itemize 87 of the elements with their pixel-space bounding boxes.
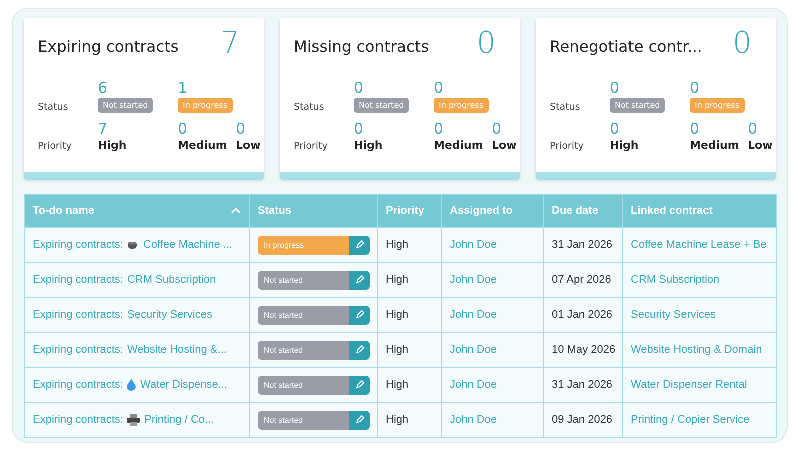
priority-label: Priority [38, 141, 73, 152]
due-date-cell: 31 Jan 2026 [544, 368, 622, 402]
priority-name: Low [748, 139, 773, 152]
printer-icon [127, 414, 140, 426]
edit-button[interactable] [349, 340, 370, 360]
assignee-link[interactable]: John Doe [450, 379, 498, 391]
assignee-link[interactable]: John Doe [450, 309, 498, 321]
contract-link[interactable]: CRM Subscription [631, 274, 720, 286]
priority-name: High [98, 139, 128, 152]
coffee-cup-icon [127, 240, 140, 250]
edit-button[interactable] [349, 236, 370, 254]
priority-name: Low [236, 139, 261, 152]
status-label: Status [38, 102, 70, 113]
pencil-icon [354, 345, 364, 355]
pencil-icon [354, 275, 364, 285]
priority-count: 0 [492, 119, 503, 139]
status-selector[interactable]: In progress [258, 236, 370, 254]
edit-button[interactable] [349, 306, 370, 324]
priority-count: 0 [236, 119, 247, 139]
assignee-link[interactable]: John Doe [450, 414, 498, 426]
status-selector[interactable]: Not started [258, 410, 370, 430]
card-title: Expiring contracts [38, 38, 179, 56]
column-header[interactable]: Linked contract [631, 205, 713, 217]
priority-count: 0 [354, 119, 365, 139]
pencil-icon [354, 310, 364, 320]
priority-cell: High [378, 368, 442, 402]
status-count: 6 [98, 78, 109, 98]
pencil-icon [354, 240, 364, 250]
status-tag: In progress [690, 98, 745, 113]
status-tag: Not started [98, 98, 154, 113]
water-drop-icon [127, 379, 136, 391]
priority-count: 7 [98, 119, 109, 139]
priority-count: 0 [690, 119, 701, 139]
total-count: 7 [220, 26, 240, 61]
due-date-cell: 01 Jan 2026 [544, 298, 622, 332]
status-count: 0 [690, 78, 701, 98]
priority-cell: High [378, 262, 442, 298]
priority-count: 0 [748, 119, 759, 139]
pencil-icon [354, 380, 364, 390]
card-title: Renegotiate contr... [550, 38, 702, 56]
edit-button[interactable] [349, 410, 370, 430]
status-count: 0 [434, 78, 445, 98]
priority-count: 0 [434, 119, 445, 139]
edit-button[interactable] [349, 376, 370, 394]
status-selector[interactable]: Not started [258, 306, 370, 324]
status-tag: In progress [434, 98, 489, 113]
column-header[interactable]: To-do name [33, 205, 95, 217]
priority-label: Priority [550, 141, 585, 152]
pencil-icon [354, 415, 364, 425]
priority-cell: High [378, 228, 442, 262]
status-count: 0 [354, 78, 365, 98]
status-selector[interactable]: Not started [258, 270, 370, 290]
due-date-cell: 31 Jan 2026 [544, 228, 622, 262]
assignee-link[interactable]: John Doe [450, 274, 498, 286]
priority-name: Medium [178, 139, 228, 152]
priority-name: Low [492, 139, 517, 152]
priority-cell: High [378, 298, 442, 332]
assignee-link[interactable]: John Doe [450, 239, 498, 251]
status-tag: Not started [354, 98, 410, 113]
total-count: 0 [476, 26, 496, 61]
due-date-cell: 10 May 2026 [544, 332, 622, 368]
status-selector[interactable]: Not started [258, 340, 370, 360]
priority-cell: High [378, 402, 442, 438]
priority-label: Priority [294, 141, 329, 152]
column-header[interactable]: Status [258, 205, 292, 217]
priority-name: Medium [690, 139, 740, 152]
priority-count: 0 [610, 119, 621, 139]
status-label: Status [294, 102, 326, 113]
assignee-link[interactable]: John Doe [450, 344, 498, 356]
due-date-cell: 07 Apr 2026 [544, 262, 622, 298]
edit-button[interactable] [349, 270, 370, 290]
sort-caret-icon[interactable] [231, 208, 241, 214]
status-tag: In progress [178, 98, 233, 113]
status-count: 0 [610, 78, 621, 98]
priority-name: High [354, 139, 384, 152]
priority-name: Medium [434, 139, 484, 152]
priority-cell: High [378, 332, 442, 368]
status-selector[interactable]: Not started [258, 376, 370, 394]
status-tag: Not started [610, 98, 666, 113]
contract-link[interactable]: Security Services [631, 309, 716, 321]
status-count: 1 [178, 78, 189, 98]
card-title: Missing contracts [294, 38, 430, 56]
priority-count: 0 [178, 119, 189, 139]
due-date-cell: 09 Jan 2026 [544, 402, 622, 438]
total-count: 0 [732, 26, 752, 61]
priority-name: High [610, 139, 640, 152]
status-label: Status [550, 102, 582, 113]
